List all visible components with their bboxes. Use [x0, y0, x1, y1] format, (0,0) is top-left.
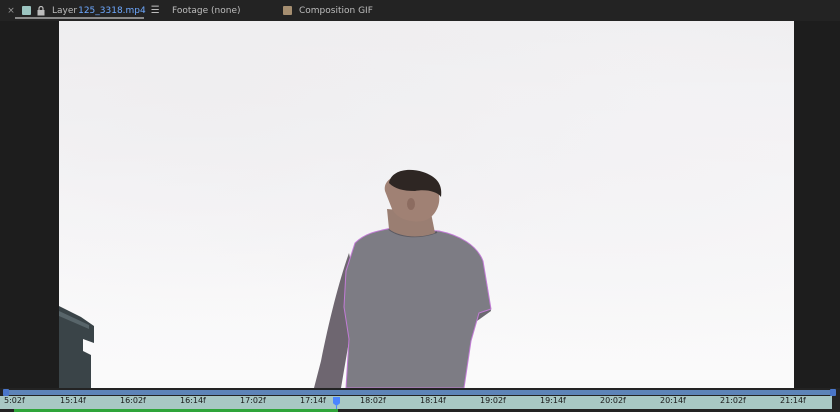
tab-footage-label: Footage (none) [172, 5, 241, 16]
work-area-end-handle[interactable] [830, 389, 836, 396]
time-ruler-label: 20:14f [660, 396, 686, 405]
person-silhouette [314, 169, 492, 388]
time-ruler-label: 21:14f [780, 396, 806, 405]
video-frame-image [59, 169, 492, 388]
tab-composition[interactable]: Composition GIF [283, 0, 373, 21]
time-ruler-label: 16:14f [180, 396, 206, 405]
tab-composition-label: Composition GIF [299, 5, 373, 16]
building-silhouette [59, 306, 94, 388]
video-frame [59, 21, 794, 388]
active-tab-indicator [15, 17, 144, 19]
time-ruler-label: 21:02f [720, 396, 746, 405]
tab-footage[interactable]: Footage (none) [172, 0, 241, 21]
layer-label-color-swatch [22, 6, 31, 15]
time-ruler-label: 16:02f [120, 396, 146, 405]
time-ruler-label: 18:14f [420, 396, 446, 405]
tab-layer-name[interactable]: 125_3318.mp4 [78, 6, 146, 16]
close-icon[interactable]: × [6, 6, 16, 16]
lock-icon[interactable] [37, 5, 45, 16]
timeline-ruler-panel[interactable]: 5:02f 15:14f 16:02f 16:14f 17:02f 17:14f… [0, 388, 840, 412]
time-ruler-label: 15:14f [60, 396, 86, 405]
tab-layer-prefix: Layer [52, 5, 78, 16]
time-ruler[interactable]: 5:02f 15:14f 16:02f 16:14f 17:02f 17:14f… [0, 396, 832, 409]
hamburger-menu-icon[interactable]: ☰ [151, 5, 160, 16]
time-ruler-label: 5:02f [4, 396, 25, 405]
layer-viewer[interactable] [0, 21, 840, 388]
time-ruler-label: 19:14f [540, 396, 566, 405]
viewer-tab-bar: × Layer 125_3318.mp4 ☰ Footage (none) Co… [0, 0, 840, 21]
work-area-start-handle[interactable] [3, 389, 9, 396]
time-ruler-label: 18:02f [360, 396, 386, 405]
time-ruler-label: 20:02f [600, 396, 626, 405]
time-ruler-label: 17:14f [300, 396, 326, 405]
composition-color-swatch [283, 6, 292, 15]
time-ruler-label: 17:02f [240, 396, 266, 405]
work-area-bar[interactable] [6, 390, 832, 395]
time-ruler-label: 19:02f [480, 396, 506, 405]
